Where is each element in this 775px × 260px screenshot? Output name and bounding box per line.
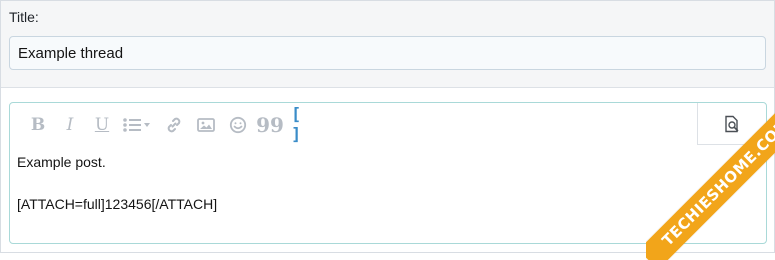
quote-icon[interactable]: 99 [256, 113, 284, 137]
list-icon[interactable] [122, 115, 152, 135]
post-line-1: Example post. [17, 154, 106, 170]
image-icon[interactable] [196, 115, 216, 135]
preview-button[interactable] [697, 103, 766, 145]
title-label: Title: [9, 9, 39, 25]
smilie-icon-svg [229, 116, 247, 134]
title-input-value: Example thread [18, 44, 124, 62]
title-section: Title: Example thread [1, 1, 774, 88]
preview-icon [725, 115, 739, 132]
smilie-icon[interactable] [228, 115, 248, 135]
list-icon-svg [123, 118, 150, 132]
code-icon[interactable]: [ ] [291, 105, 313, 145]
link-icon[interactable] [164, 115, 184, 135]
thread-form: Title: Example thread B I U 99 [] Examp… [0, 0, 775, 260]
image-icon-svg [197, 118, 215, 132]
title-input[interactable]: Example thread [9, 36, 766, 70]
bold-icon[interactable]: B [30, 115, 46, 135]
editor-content[interactable]: Example post. [ATTACH=full]123456[/ATTAC… [17, 153, 217, 213]
underline-icon[interactable]: U [94, 115, 110, 135]
editor-toolbar: B I U 99 [] [10, 103, 696, 145]
post-editor[interactable]: B I U 99 [] Example post. [ATTACH=full]… [9, 102, 767, 244]
post-line-2: [ATTACH=full]123456[/ATTACH] [17, 196, 218, 212]
link-icon-svg [167, 117, 181, 133]
italic-icon[interactable]: I [62, 115, 78, 135]
